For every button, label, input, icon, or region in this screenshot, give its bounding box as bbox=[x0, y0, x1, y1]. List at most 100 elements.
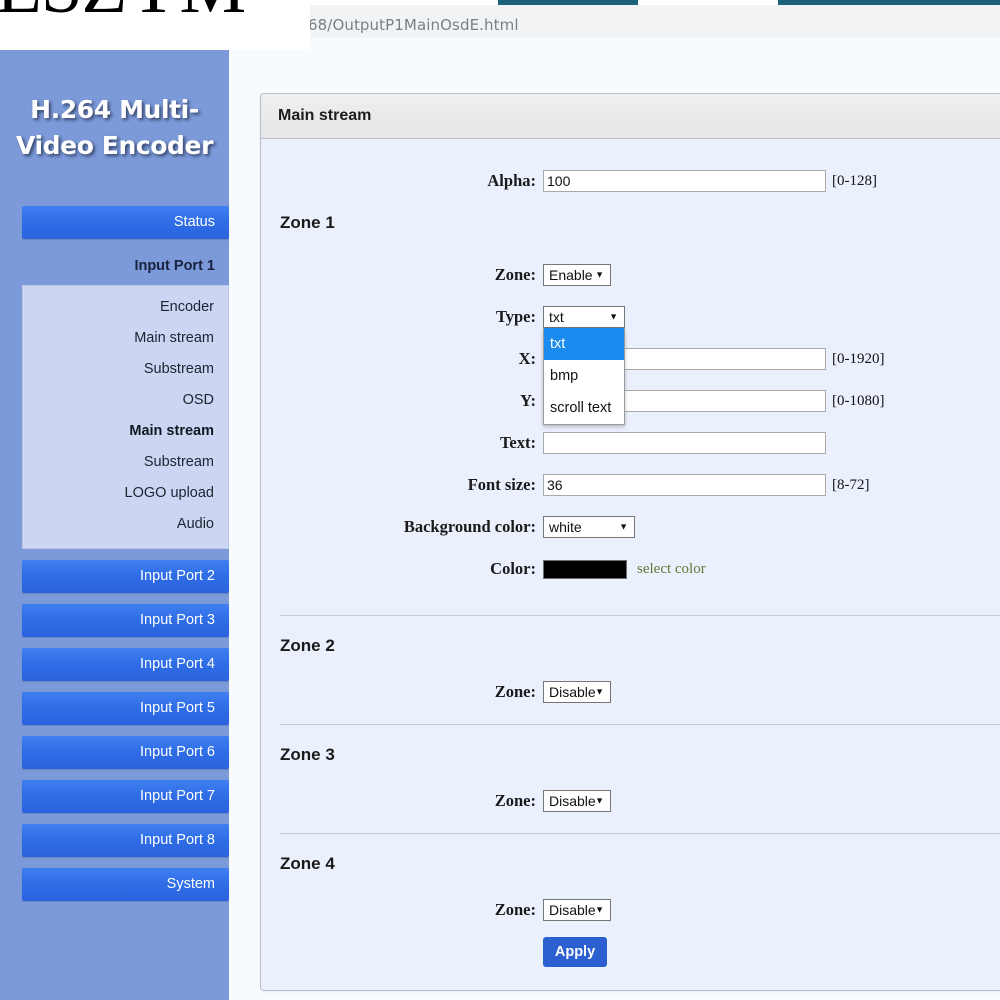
sidebar-subitem-osd-substream[interactable]: Substream bbox=[23, 447, 228, 478]
zone1-color-swatch[interactable] bbox=[543, 559, 627, 579]
app-root: 68/OutputP1MainOsdE.html H.264 Multi- Vi… bbox=[0, 0, 1000, 1000]
nav-gap bbox=[0, 637, 229, 648]
zone1-type-option-bmp[interactable]: bmp bbox=[544, 360, 624, 392]
sidebar-item-input-port-2[interactable]: Input Port 2 bbox=[22, 560, 229, 593]
sidebar-subitem-encoder[interactable]: Encoder bbox=[23, 292, 228, 323]
sidebar-item-input-port-8[interactable]: Input Port 8 bbox=[22, 824, 229, 857]
nav-gap bbox=[0, 769, 229, 780]
address-bar-url: 68/OutputP1MainOsdE.html bbox=[308, 16, 519, 34]
zone2-zone-select[interactable]: Disable ▼ bbox=[543, 681, 611, 703]
sidebar-subitem-label: LOGO upload bbox=[124, 485, 214, 501]
sidebar-item-input-port-3[interactable]: Input Port 3 bbox=[22, 604, 229, 637]
zone4-zone-row: Zone: Disable ▼ bbox=[261, 894, 1000, 926]
panel-title: Main stream bbox=[278, 107, 372, 124]
zone1-x-range-hint: [0-1920] bbox=[832, 350, 885, 367]
zone1-zone-label: Zone: bbox=[494, 265, 536, 284]
alpha-input[interactable] bbox=[543, 170, 826, 192]
zone1-color-label: Color: bbox=[490, 559, 536, 578]
zone1-text-input[interactable] bbox=[543, 432, 826, 454]
sidebar: H.264 Multi- Video Encoder Status Input … bbox=[0, 38, 229, 1000]
sidebar-item-input-port-1[interactable]: Input Port 1 bbox=[22, 250, 229, 283]
sidebar-subitem-osd-main-stream[interactable]: Main stream bbox=[23, 416, 228, 447]
zone4-zone-select[interactable]: Disable ▼ bbox=[543, 899, 611, 921]
sidebar-subitem-audio[interactable]: Audio bbox=[23, 509, 228, 540]
dropdown-option-label: txt bbox=[550, 336, 566, 352]
sidebar-subitem-encoder-main-stream[interactable]: Main stream bbox=[23, 323, 228, 354]
zone1-font-size-input[interactable] bbox=[543, 474, 826, 496]
sidebar-subitem-encoder-substream[interactable]: Substream bbox=[23, 354, 228, 385]
nav-gap bbox=[0, 681, 229, 692]
sidebar-item-status[interactable]: Status bbox=[22, 206, 229, 239]
zone1-zone-value: Enable bbox=[549, 267, 593, 283]
dropdown-option-label: scroll text bbox=[550, 400, 612, 416]
sidebar-subitem-label: Audio bbox=[176, 516, 214, 532]
sidebar-subitem-label: Main stream bbox=[134, 330, 214, 346]
zone1-zone-select[interactable]: Enable ▼ bbox=[543, 264, 611, 286]
sidebar-subitem-label: Main stream bbox=[129, 423, 214, 439]
sidebar-submenu-input-port-1: Encoder Main stream Substream OSD Main s… bbox=[22, 285, 229, 549]
sidebar-item-label: Input Port 8 bbox=[140, 832, 215, 848]
sidebar-item-label: System bbox=[166, 876, 215, 892]
zone1-color-row: Color: select color bbox=[261, 553, 1000, 585]
sidebar-item-label: Input Port 3 bbox=[140, 612, 215, 628]
zone1-background-color-select[interactable]: white ▼ bbox=[543, 516, 635, 538]
zone1-type-option-txt[interactable]: txt bbox=[544, 328, 624, 360]
zone1-x-row: X: [0-1920] bbox=[261, 343, 1000, 375]
zone1-type-option-scroll-text[interactable]: scroll text bbox=[544, 392, 624, 424]
apply-button[interactable]: Apply bbox=[543, 937, 607, 967]
zone1-background-color-row: Background color: white ▼ bbox=[261, 511, 1000, 543]
sidebar-item-system[interactable]: System bbox=[22, 868, 229, 901]
zone1-text-label: Text: bbox=[499, 433, 536, 452]
zone3-zone-select[interactable]: Disable ▼ bbox=[543, 790, 611, 812]
panel-header: Main stream bbox=[261, 94, 1000, 139]
zone1-zone-row: Zone: Enable ▼ bbox=[261, 259, 1000, 291]
sidebar-item-input-port-7[interactable]: Input Port 7 bbox=[22, 780, 229, 813]
zone4-zone-value: Disable bbox=[549, 902, 596, 918]
zone1-type-label: Type: bbox=[495, 307, 536, 326]
chevron-down-icon: ▼ bbox=[609, 311, 618, 322]
zone1-text-row: Text: bbox=[261, 427, 1000, 459]
sidebar-item-input-port-6[interactable]: Input Port 6 bbox=[22, 736, 229, 769]
zone1-type-dropdown-wrap: txt ▼ txt bmp scroll text bbox=[543, 306, 625, 425]
main-content: Main stream Alpha: [0-128] Zone 1 bbox=[229, 38, 1000, 1000]
sidebar-item-input-port-5[interactable]: Input Port 5 bbox=[22, 692, 229, 725]
zone1-y-label: Y: bbox=[520, 391, 536, 410]
chevron-down-icon: ▼ bbox=[595, 904, 604, 915]
nav-gap bbox=[0, 239, 229, 250]
chevron-down-icon: ▼ bbox=[619, 521, 628, 532]
main-stream-panel: Main stream Alpha: [0-128] Zone 1 bbox=[260, 93, 1000, 991]
zone1-font-size-label: Font size: bbox=[467, 475, 536, 494]
sidebar-subitem-logo-upload[interactable]: LOGO upload bbox=[23, 478, 228, 509]
chevron-down-icon: ▼ bbox=[595, 686, 604, 697]
sidebar-nav: Status Input Port 1 Encoder Main stream … bbox=[0, 206, 229, 901]
brand-subtitle-line1: H.264 Multi- bbox=[30, 95, 199, 124]
sidebar-item-label: Input Port 6 bbox=[140, 744, 215, 760]
zone2-zone-row: Zone: Disable ▼ bbox=[261, 676, 1000, 708]
zone3-zone-value: Disable bbox=[549, 793, 596, 809]
sidebar-item-input-port-1-label: Input Port 1 bbox=[134, 258, 215, 274]
zone1-y-range-hint: [0-1080] bbox=[832, 392, 885, 409]
select-color-link[interactable]: select color bbox=[637, 561, 706, 578]
sidebar-subitem-label: Encoder bbox=[159, 299, 214, 315]
sidebar-subitem-osd[interactable]: OSD bbox=[23, 385, 228, 416]
zone1-title: Zone 1 bbox=[280, 213, 335, 232]
apply-row: Apply bbox=[261, 936, 1000, 968]
zone4-zone-label: Zone: bbox=[494, 900, 536, 919]
browser-address-bar[interactable]: 68/OutputP1MainOsdE.html bbox=[0, 5, 1000, 39]
chevron-down-icon: ▼ bbox=[595, 795, 604, 806]
zone2-zone-label: Zone: bbox=[494, 682, 536, 701]
sidebar-item-input-port-4[interactable]: Input Port 4 bbox=[22, 648, 229, 681]
zone1-type-select[interactable]: txt ▼ bbox=[543, 306, 625, 328]
